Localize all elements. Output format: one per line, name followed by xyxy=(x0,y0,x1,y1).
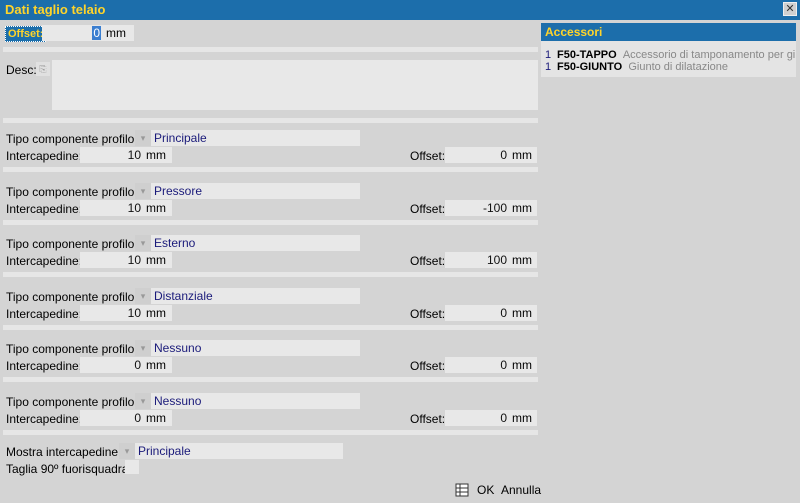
tipo-componente-label: Tipo componente profilo: xyxy=(6,290,138,304)
desc-textarea[interactable] xyxy=(52,60,538,110)
offset-label: Offset: xyxy=(410,254,446,268)
tipo-componente-select[interactable]: Pressore xyxy=(151,183,360,199)
dropdown-arrow-icon[interactable]: ▾ xyxy=(135,235,151,251)
offset-unit: mm xyxy=(510,357,537,373)
accessori-qty: 1 xyxy=(545,49,552,61)
offset-input[interactable]: -100 xyxy=(445,200,510,216)
offset-label: Offset: xyxy=(5,26,47,42)
cancel-button[interactable]: Annulla xyxy=(498,481,544,499)
mostra-intercapedine-select[interactable]: Principale xyxy=(135,443,343,459)
separator xyxy=(3,118,538,123)
intercapedine-input[interactable]: 10 xyxy=(80,305,144,321)
intercapedine-unit: mm xyxy=(144,147,172,163)
tipo-componente-select[interactable]: Distanziale xyxy=(151,288,360,304)
tipo-componente-label: Tipo componente profilo: xyxy=(6,132,138,146)
intercapedine-input[interactable]: 10 xyxy=(80,147,144,163)
mostra-intercapedine-label: Mostra intercapedine: xyxy=(6,445,122,459)
dropdown-arrow-icon[interactable]: ▾ xyxy=(135,340,151,356)
separator xyxy=(3,47,538,52)
dropdown-arrow-icon[interactable]: ▾ xyxy=(135,393,151,409)
taglia-checkbox[interactable] xyxy=(125,460,139,474)
intercapedine-label: Intercapedine: xyxy=(6,307,83,321)
desc-attach-icon[interactable]: ⎘ xyxy=(36,62,50,76)
offset-unit: mm xyxy=(510,252,537,268)
offset-unit-box: mm xyxy=(104,25,134,41)
offset-label: Offset: xyxy=(410,149,446,163)
tipo-componente-label: Tipo componente profilo: xyxy=(6,237,138,251)
offset-input[interactable]: 0 xyxy=(42,25,104,41)
offset-unit: mm xyxy=(510,200,537,216)
tipo-componente-select[interactable]: Nessuno xyxy=(151,393,360,409)
offset-unit: mm xyxy=(510,305,537,321)
accessori-desc: Giunto di dilatazione xyxy=(628,61,729,73)
taglia-label: Taglia 90º fuorisquadra: xyxy=(6,462,132,476)
accessori-qty: 1 xyxy=(545,61,552,73)
intercapedine-input[interactable]: 10 xyxy=(80,200,144,216)
separator xyxy=(3,167,538,172)
desc-label: Desc: xyxy=(6,63,37,77)
title-bar: Dati taglio telaio ✕ xyxy=(0,0,800,20)
dropdown-arrow-icon[interactable]: ▾ xyxy=(119,443,135,459)
dropdown-arrow-icon[interactable]: ▾ xyxy=(135,288,151,304)
close-icon[interactable]: ✕ xyxy=(783,2,797,16)
offset-input[interactable]: 0 xyxy=(445,357,510,373)
intercapedine-input[interactable]: 0 xyxy=(80,357,144,373)
accessori-item[interactable]: 1 F50-TAPPO Accessorio di tamponamento pe… xyxy=(545,49,795,61)
accessori-title: Accessori xyxy=(541,23,796,41)
tipo-componente-label: Tipo componente profilo: xyxy=(6,185,138,199)
offset-label: Offset: xyxy=(410,412,446,426)
offset-input[interactable]: 0 xyxy=(445,410,510,426)
intercapedine-input[interactable]: 10 xyxy=(80,252,144,268)
separator xyxy=(3,272,538,277)
accessori-item[interactable]: 1 F50-GIUNTO Giunto di dilatazione xyxy=(545,61,728,73)
separator xyxy=(3,377,538,382)
intercapedine-unit: mm xyxy=(144,305,172,321)
offset-unit: mm xyxy=(510,410,537,426)
dropdown-arrow-icon[interactable]: ▾ xyxy=(135,183,151,199)
offset-label: Offset: xyxy=(410,307,446,321)
tipo-componente-label: Tipo componente profilo: xyxy=(6,342,138,356)
intercapedine-label: Intercapedine: xyxy=(6,359,83,373)
dropdown-arrow-icon[interactable]: ▾ xyxy=(135,130,151,146)
tipo-componente-label: Tipo componente profilo: xyxy=(6,395,138,409)
intercapedine-label: Intercapedine: xyxy=(6,412,83,426)
table-icon[interactable] xyxy=(454,482,470,498)
intercapedine-unit: mm xyxy=(144,200,172,216)
intercapedine-input[interactable]: 0 xyxy=(80,410,144,426)
tipo-componente-select[interactable]: Nessuno xyxy=(151,340,360,356)
offset-unit: mm xyxy=(510,147,537,163)
intercapedine-label: Intercapedine: xyxy=(6,149,83,163)
offset-input[interactable]: 0 xyxy=(445,305,510,321)
intercapedine-unit: mm xyxy=(144,410,172,426)
accessori-code: F50-GIUNTO xyxy=(557,61,623,73)
offset-input[interactable]: 0 xyxy=(445,147,510,163)
separator xyxy=(3,220,538,225)
accessori-code: F50-TAPPO xyxy=(557,49,617,61)
dialog-window: Dati taglio telaio ✕ Offset: 0 mm Desc: … xyxy=(0,0,800,503)
separator xyxy=(3,325,538,330)
intercapedine-unit: mm xyxy=(144,357,172,373)
intercapedine-unit: mm xyxy=(144,252,172,268)
intercapedine-label: Intercapedine: xyxy=(6,202,83,216)
tipo-componente-select[interactable]: Esterno xyxy=(151,235,360,251)
table-icon-svg xyxy=(455,483,469,497)
intercapedine-label: Intercapedine: xyxy=(6,254,83,268)
accessori-desc: Accessorio di tamponamento per gi xyxy=(622,49,796,61)
offset-input[interactable]: 100 xyxy=(445,252,510,268)
tipo-componente-select[interactable]: Principale xyxy=(151,130,360,146)
window-title: Dati taglio telaio xyxy=(5,2,106,17)
offset-label: Offset: xyxy=(410,359,446,373)
separator xyxy=(3,430,538,435)
ok-button[interactable]: OK xyxy=(474,481,497,499)
offset-label: Offset: xyxy=(410,202,446,216)
